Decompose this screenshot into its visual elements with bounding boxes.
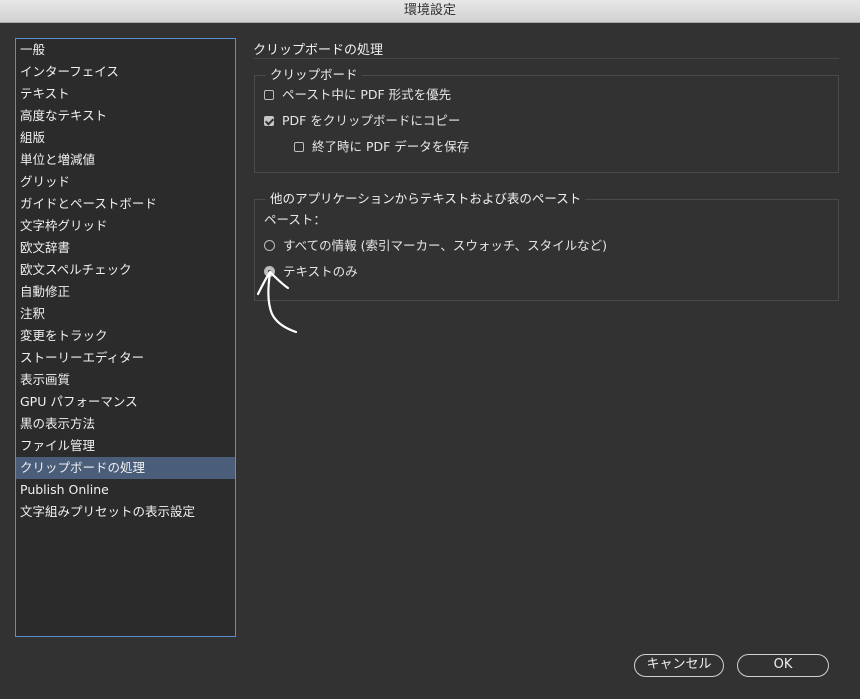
- prefer-pdf-label: ペースト中に PDF 形式を優先: [282, 87, 452, 102]
- window-title: 環境設定: [403, 3, 456, 18]
- sidebar-item-notes[interactable]: 注釈: [16, 303, 235, 325]
- sidebar-item-units-increments[interactable]: 単位と増減値: [16, 149, 235, 171]
- prefer-pdf-checkbox[interactable]: [264, 90, 274, 100]
- sidebar-item-track-changes[interactable]: 変更をトラック: [16, 325, 235, 347]
- clipboard-group-label: クリップボード: [266, 67, 362, 83]
- all-info-label: すべての情報 (索引マーカー、スウォッチ、スタイルなど): [283, 238, 607, 253]
- sidebar-item-general[interactable]: 一般: [16, 39, 235, 61]
- copy-pdf-checkbox[interactable]: [264, 116, 274, 126]
- all-info-radio[interactable]: [264, 240, 275, 251]
- preserve-pdf-label: 終了時に PDF データを保存: [312, 139, 470, 154]
- sidebar-item-frame-grid[interactable]: 文字枠グリッド: [16, 215, 235, 237]
- sidebar-item-dictionary[interactable]: 欧文辞書: [16, 237, 235, 259]
- sidebar-item-publish-online[interactable]: Publish Online: [16, 479, 235, 501]
- section-title: クリップボードの処理: [253, 43, 384, 58]
- sidebar-item-gpu-performance[interactable]: GPU パフォーマンス: [16, 391, 235, 413]
- preferences-window: 環境設定 一般 インターフェイス テキスト 高度なテキスト 組版 単位と増減値 …: [0, 0, 860, 699]
- sidebar-item-autocorrect[interactable]: 自動修正: [16, 281, 235, 303]
- ok-button[interactable]: OK: [737, 654, 829, 677]
- paste-group-label: 他のアプリケーションからテキストおよび表のペースト: [266, 191, 586, 207]
- sidebar-item-guides-pasteboard[interactable]: ガイドとペーストボード: [16, 193, 235, 215]
- preferences-sidebar: 一般 インターフェイス テキスト 高度なテキスト 組版 単位と増減値 グリッド …: [15, 38, 236, 637]
- sidebar-item-display-performance[interactable]: 表示画質: [16, 369, 235, 391]
- copy-pdf-label: PDF をクリップボードにコピー: [282, 113, 461, 128]
- sidebar-item-clipboard-handling[interactable]: クリップボードの処理: [16, 457, 235, 479]
- sidebar-item-interface[interactable]: インターフェイス: [16, 61, 235, 83]
- window-title-bar: 環境設定: [0, 0, 860, 23]
- sidebar-item-file-handling[interactable]: ファイル管理: [16, 435, 235, 457]
- sidebar-item-composition[interactable]: 組版: [16, 127, 235, 149]
- sidebar-item-appearance-of-black[interactable]: 黒の表示方法: [16, 413, 235, 435]
- section-divider: [253, 58, 839, 59]
- sidebar-item-advanced-type[interactable]: 高度なテキスト: [16, 105, 235, 127]
- sidebar-item-type[interactable]: テキスト: [16, 83, 235, 105]
- preserve-pdf-checkbox[interactable]: [294, 142, 304, 152]
- sidebar-item-grids[interactable]: グリッド: [16, 171, 235, 193]
- sidebar-item-spelling[interactable]: 欧文スペルチェック: [16, 259, 235, 281]
- sidebar-item-story-editor[interactable]: ストーリーエディター: [16, 347, 235, 369]
- cancel-button[interactable]: キャンセル: [634, 654, 724, 677]
- paste-label: ペースト：: [264, 212, 326, 227]
- hand-drawn-arrow-icon: [256, 270, 298, 334]
- sidebar-item-mojikumi-display[interactable]: 文字組みプリセットの表示設定: [16, 501, 235, 523]
